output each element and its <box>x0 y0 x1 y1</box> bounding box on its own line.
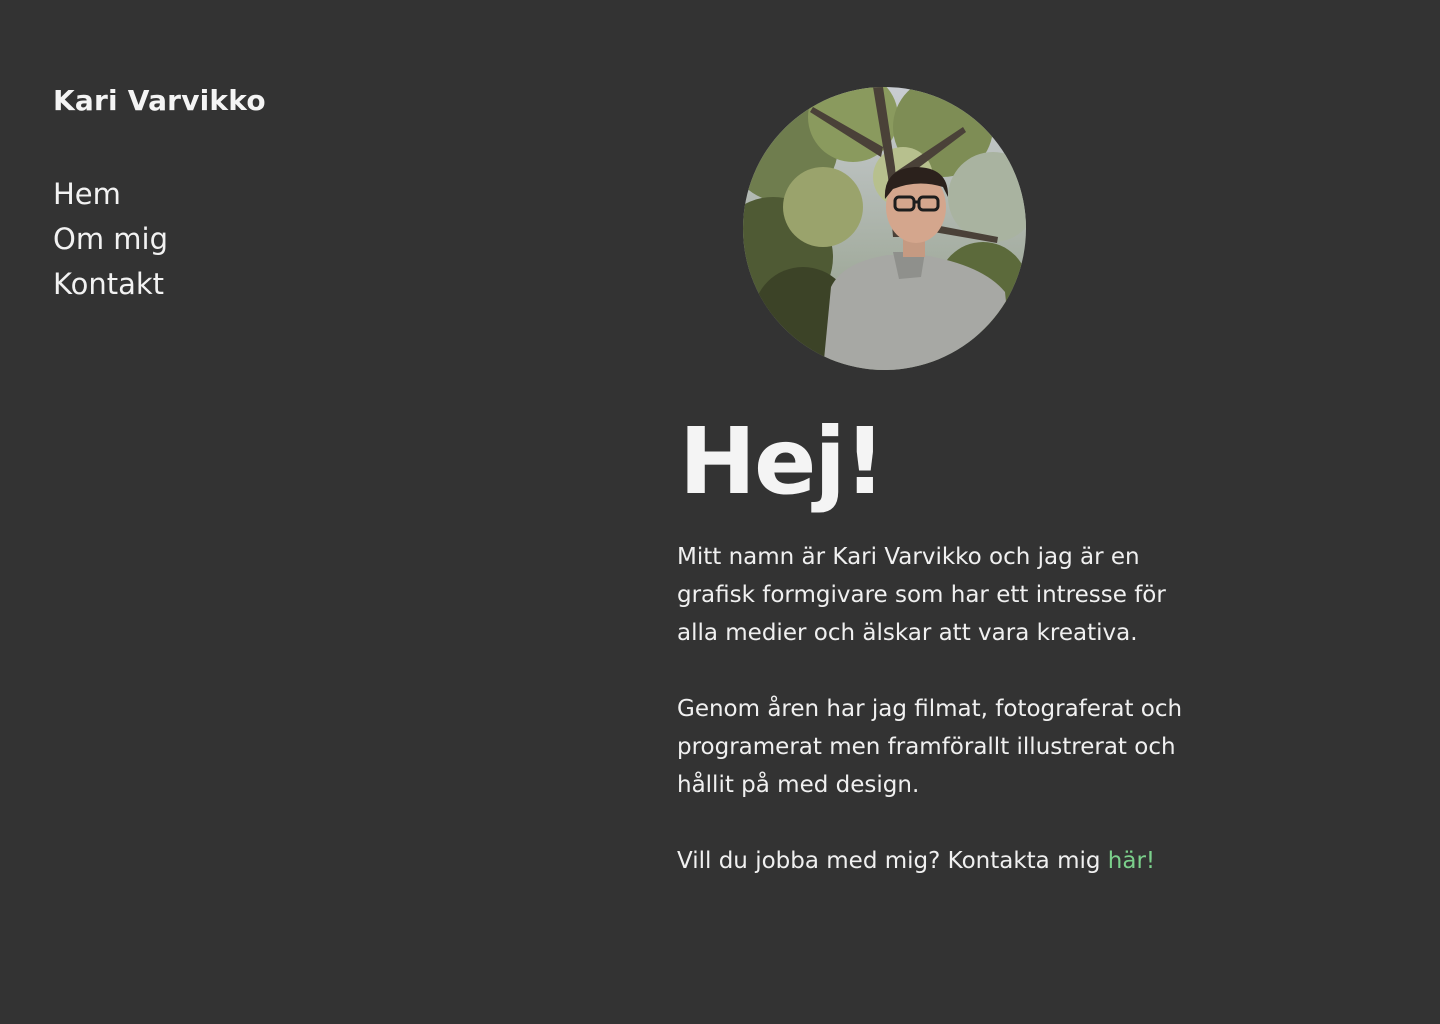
contact-link[interactable]: här! <box>1108 848 1155 874</box>
profile-photo <box>743 87 1026 370</box>
intro-paragraph: Genom åren har jag filmat, fotograferat … <box>677 696 1183 798</box>
nav-item-om-mig[interactable]: Om mig <box>53 217 168 262</box>
nav-item-hem[interactable]: Hem <box>53 172 168 217</box>
main-nav: Hem Om mig Kontakt <box>53 172 168 307</box>
contact-prompt-text: Vill du jobba med mig? Kontakta mig <box>677 848 1108 874</box>
contact-prompt: Vill du jobba med mig? Kontakta mig här! <box>677 842 1197 880</box>
hero-title: Hej! <box>679 408 886 515</box>
nav-item-kontakt[interactable]: Kontakt <box>53 262 168 307</box>
site-name[interactable]: Kari Varvikko <box>53 84 266 117</box>
intro-text: Mitt namn är Kari Varvikko och jag är en… <box>677 538 1197 918</box>
intro-paragraph: Mitt namn är Kari Varvikko och jag är en… <box>677 544 1166 646</box>
